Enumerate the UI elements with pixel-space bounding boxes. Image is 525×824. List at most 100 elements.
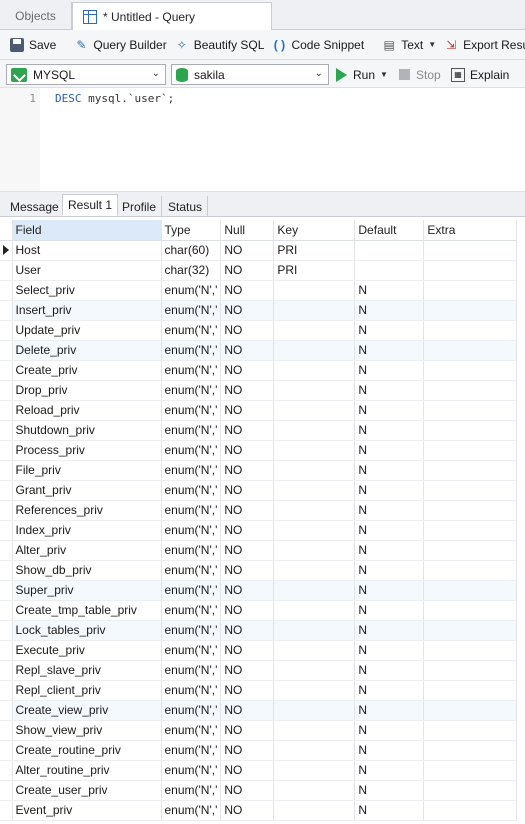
table-row[interactable]: Alter_routine_priv enum('N',' NO N [0, 760, 518, 781]
row-indicator[interactable] [0, 700, 13, 721]
table-row[interactable]: Grant_priv enum('N',' NO N [0, 480, 518, 501]
cell-type[interactable]: enum('N',' [161, 380, 222, 401]
cell-field[interactable]: Lock_tables_priv [12, 620, 162, 641]
cell-type[interactable]: enum('N',' [161, 420, 222, 441]
table-row[interactable]: Reload_priv enum('N',' NO N [0, 400, 518, 421]
table-row[interactable]: Create_routine_priv enum('N',' NO N [0, 740, 518, 761]
cell-null[interactable]: NO [220, 620, 275, 641]
cell-field[interactable]: Super_priv [12, 580, 162, 601]
cell-default[interactable]: N [354, 740, 425, 761]
cell-null[interactable]: NO [220, 360, 275, 381]
cell-extra[interactable] [423, 620, 518, 641]
cell-null[interactable]: NO [220, 680, 275, 701]
cell-field[interactable]: Delete_priv [12, 340, 162, 361]
cell-type[interactable]: enum('N',' [161, 680, 222, 701]
table-row[interactable]: Update_priv enum('N',' NO N [0, 320, 518, 341]
cell-default[interactable]: N [354, 320, 425, 341]
cell-key[interactable] [273, 580, 356, 601]
cell-field[interactable]: Index_priv [12, 520, 162, 541]
table-row[interactable]: Create_priv enum('N',' NO N [0, 360, 518, 381]
cell-field[interactable]: Create_priv [12, 360, 162, 381]
cell-null[interactable]: NO [220, 420, 275, 441]
column-header-type[interactable]: Type [161, 220, 222, 241]
cell-extra[interactable] [423, 240, 518, 261]
cell-extra[interactable] [423, 660, 518, 681]
tab-objects[interactable]: Objects [0, 2, 72, 30]
cell-key[interactable] [273, 500, 356, 521]
cell-default[interactable]: N [354, 380, 425, 401]
row-indicator[interactable] [0, 460, 13, 481]
cell-extra[interactable] [423, 600, 518, 621]
row-indicator[interactable] [0, 520, 13, 541]
cell-key[interactable] [273, 660, 356, 681]
cell-extra[interactable] [423, 300, 518, 321]
cell-key[interactable] [273, 620, 356, 641]
column-header-field[interactable]: Field [12, 220, 162, 241]
table-row[interactable]: Execute_priv enum('N',' NO N [0, 640, 518, 661]
row-indicator[interactable] [0, 480, 13, 501]
row-indicator[interactable] [0, 680, 13, 701]
cell-default[interactable]: N [354, 480, 425, 501]
cell-key[interactable] [273, 280, 356, 301]
cell-null[interactable]: NO [220, 300, 275, 321]
table-row[interactable]: Alter_priv enum('N',' NO N [0, 540, 518, 561]
table-row[interactable]: Create_user_priv enum('N',' NO N [0, 780, 518, 801]
row-indicator[interactable] [0, 300, 13, 321]
table-row[interactable]: Select_priv enum('N',' NO N [0, 280, 518, 301]
table-row[interactable]: Index_priv enum('N',' NO N [0, 520, 518, 541]
table-row[interactable]: Delete_priv enum('N',' NO N [0, 340, 518, 361]
explain-button[interactable]: ▦ Explain [451, 64, 509, 85]
table-row[interactable]: Drop_priv enum('N',' NO N [0, 380, 518, 401]
cell-default[interactable]: N [354, 660, 425, 681]
cell-type[interactable]: enum('N',' [161, 600, 222, 621]
cell-extra[interactable] [423, 700, 518, 721]
row-indicator[interactable] [0, 640, 13, 661]
cell-type[interactable]: enum('N',' [161, 400, 222, 421]
tab-untitled-query[interactable]: * Untitled - Query [72, 2, 272, 31]
cell-field[interactable]: Drop_priv [12, 380, 162, 401]
cell-extra[interactable] [423, 580, 518, 601]
cell-extra[interactable] [423, 340, 518, 361]
cell-field[interactable]: Insert_priv [12, 300, 162, 321]
tab-message[interactable]: Message [5, 196, 65, 217]
cell-key[interactable] [273, 520, 356, 541]
cell-field[interactable]: Show_view_priv [12, 720, 162, 741]
cell-key[interactable] [273, 540, 356, 561]
cell-field[interactable]: Create_view_priv [12, 700, 162, 721]
table-row[interactable]: Super_priv enum('N',' NO N [0, 580, 518, 601]
cell-default[interactable]: N [354, 340, 425, 361]
row-indicator[interactable] [0, 660, 13, 681]
cell-field[interactable]: Execute_priv [12, 640, 162, 661]
cell-extra[interactable] [423, 500, 518, 521]
connection-select[interactable]: MYSQL ⌄ [6, 64, 166, 85]
table-row[interactable]: Create_view_priv enum('N',' NO N [0, 700, 518, 721]
cell-key[interactable] [273, 740, 356, 761]
column-header-key[interactable]: Key [273, 220, 356, 241]
cell-type[interactable]: enum('N',' [161, 720, 222, 741]
cell-type[interactable]: enum('N',' [161, 740, 222, 761]
cell-type[interactable]: enum('N',' [161, 480, 222, 501]
cell-type[interactable]: enum('N',' [161, 700, 222, 721]
cell-field[interactable]: Update_priv [12, 320, 162, 341]
beautify-sql-button[interactable]: ✧ Beautify SQL [171, 33, 269, 57]
cell-default[interactable]: N [354, 580, 425, 601]
cell-null[interactable]: NO [220, 780, 275, 801]
cell-default[interactable] [354, 240, 425, 261]
cell-default[interactable]: N [354, 440, 425, 461]
cell-type[interactable]: char(60) [161, 240, 222, 261]
cell-field[interactable]: File_priv [12, 460, 162, 481]
database-select[interactable]: sakila ⌄ [171, 64, 329, 85]
cell-extra[interactable] [423, 440, 518, 461]
cell-extra[interactable] [423, 540, 518, 561]
export-result-button[interactable]: ⇲ Export Result [440, 33, 525, 57]
cell-null[interactable]: NO [220, 400, 275, 421]
row-indicator[interactable] [0, 800, 13, 821]
cell-type[interactable]: enum('N',' [161, 320, 222, 341]
cell-type[interactable]: enum('N',' [161, 500, 222, 521]
cell-null[interactable]: NO [220, 260, 275, 281]
cell-default[interactable] [354, 260, 425, 281]
cell-extra[interactable] [423, 360, 518, 381]
cell-null[interactable]: NO [220, 800, 275, 821]
cell-null[interactable]: NO [220, 480, 275, 501]
cell-type[interactable]: enum('N',' [161, 580, 222, 601]
